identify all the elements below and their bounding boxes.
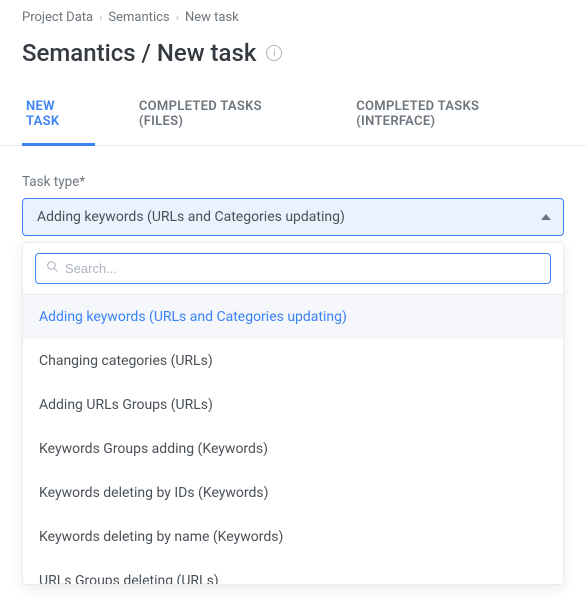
tab-completed-interface[interactable]: COMPLETED TASKS (INTERFACE)	[352, 87, 564, 146]
dropdown-options[interactable]: Adding keywords (URLs and Categories upd…	[23, 294, 563, 584]
breadcrumb-item[interactable]: Semantics	[108, 10, 169, 25]
page-title-row: Semantics / New task i	[0, 33, 586, 87]
info-icon[interactable]: i	[266, 45, 282, 61]
breadcrumb-item[interactable]: Project Data	[22, 10, 93, 25]
breadcrumb: Project Data › Semantics › New task	[0, 0, 586, 33]
dropdown-option[interactable]: Adding URLs Groups (URLs)	[23, 383, 563, 427]
dropdown-option[interactable]: Adding keywords (URLs and Categories upd…	[23, 295, 563, 339]
chevron-right-icon: ›	[176, 11, 179, 24]
dropdown-option[interactable]: Keywords deleting by name (Keywords)	[23, 515, 563, 559]
task-type-select[interactable]: Adding keywords (URLs and Categories upd…	[22, 198, 564, 236]
dropdown-search-input[interactable]	[65, 261, 540, 276]
breadcrumb-item: New task	[185, 10, 239, 25]
dropdown-option[interactable]: URLs Groups deleting (URLs)	[23, 559, 563, 584]
tabs: NEW TASK COMPLETED TASKS (FILES) COMPLET…	[0, 87, 586, 146]
form-area: Task type* Adding keywords (URLs and Cat…	[0, 146, 586, 585]
chevron-up-icon	[541, 214, 551, 220]
tab-completed-files[interactable]: COMPLETED TASKS (FILES)	[135, 87, 312, 146]
dropdown-search-wrap	[23, 243, 563, 294]
dropdown-search-box[interactable]	[35, 253, 551, 284]
task-type-selected-value: Adding keywords (URLs and Categories upd…	[37, 209, 345, 225]
task-type-dropdown: Adding keywords (URLs and Categories upd…	[22, 242, 564, 585]
dropdown-option[interactable]: Keywords Groups adding (Keywords)	[23, 427, 563, 471]
task-type-label: Task type*	[22, 174, 564, 190]
dropdown-option[interactable]: Changing categories (URLs)	[23, 339, 563, 383]
tab-new-task[interactable]: NEW TASK	[22, 87, 95, 146]
dropdown-option[interactable]: Keywords deleting by IDs (Keywords)	[23, 471, 563, 515]
chevron-right-icon: ›	[99, 11, 102, 24]
page-title: Semantics / New task	[22, 39, 256, 67]
search-icon	[46, 260, 59, 277]
